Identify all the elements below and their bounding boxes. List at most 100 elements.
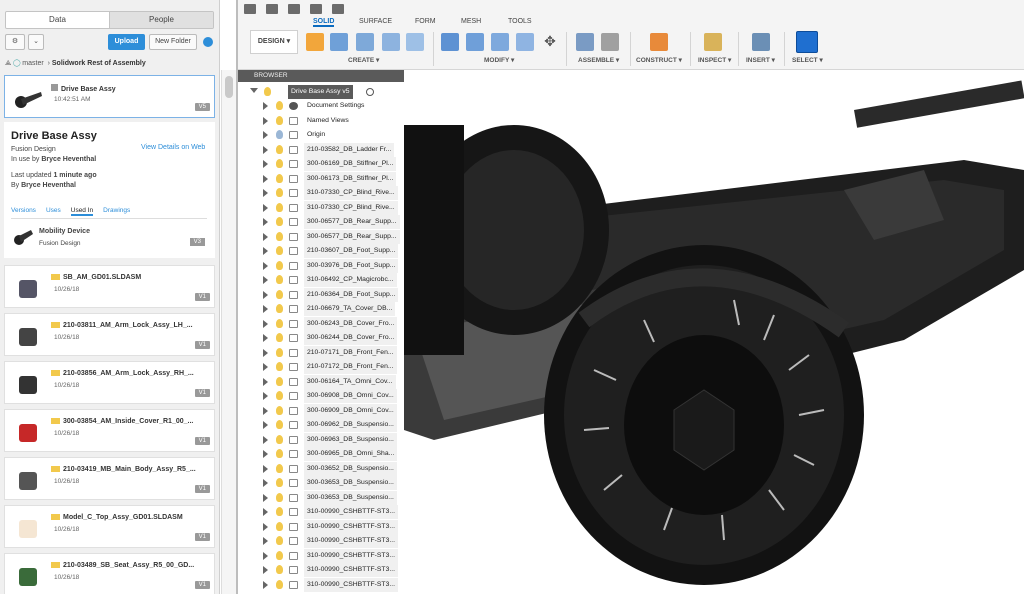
browser-item-component[interactable]: 300-06243_DB_Cover_Fro... [238,316,404,331]
file-icon[interactable] [266,4,278,14]
upload-button[interactable]: Upload [108,34,145,50]
tab-tools[interactable]: TOOLS [508,18,532,25]
visibility-bulb-icon[interactable] [276,246,283,255]
visibility-bulb-icon[interactable] [276,434,283,444]
expand-icon[interactable] [263,160,268,168]
browser-item-component[interactable]: 310-00990_CSHBTTF-ST3... [238,534,404,548]
group-insert[interactable]: INSERT ▾ [746,56,775,64]
visibility-bulb-icon[interactable] [276,536,283,545]
browser-item-component[interactable]: 300-06962_DB_Suspensio... [238,418,404,432]
visibility-bulb-icon[interactable] [264,87,271,96]
tab-data[interactable]: Data [6,12,109,28]
visibility-bulb-icon[interactable] [276,507,283,516]
new-component-icon[interactable] [576,33,594,51]
browser-item-component[interactable]: 210-07172_DB_Front_Fen... [238,360,404,374]
file-card[interactable]: 210-03489_SB_Seat_Assy_R5_00_GD... 10/26/… [4,553,215,594]
grid-menu-icon[interactable] [244,4,256,14]
visibility-bulb-icon[interactable] [276,449,283,458]
visibility-bulb-icon[interactable] [276,202,283,212]
expand-icon[interactable] [263,508,268,516]
expand-icon[interactable] [263,479,268,487]
joint-icon[interactable] [601,33,619,51]
extrude-icon[interactable] [330,33,348,51]
activate-icon[interactable] [366,88,374,96]
refresh-icon[interactable] [203,37,213,47]
expand-icon[interactable] [263,363,268,371]
browser-item-component[interactable]: 300-06577_DB_Rear_Supp... [238,229,404,244]
browser-root[interactable]: Drive Base Assy v5 [238,85,404,99]
file-card[interactable]: Model_C_Top_Assy_GD01.SLDASM 10/26/18 V1 [4,505,215,548]
tab-uses[interactable]: Uses [46,207,61,216]
expand-icon[interactable] [263,537,268,545]
browser-item-component[interactable]: 310-00990_CSHBTTF-ST3... [238,548,404,563]
browser-item-component[interactable]: 310-00990_CSHBTTF-ST3... [238,505,404,519]
select-icon[interactable] [796,31,818,53]
move-icon[interactable]: ✥ [541,33,559,51]
expand-icon[interactable] [263,421,268,429]
browser-item-component[interactable]: 210-07171_DB_Front_Fen... [238,345,404,360]
group-inspect[interactable]: INSPECT ▾ [698,56,731,64]
expand-icon[interactable] [263,276,268,284]
expand-icon[interactable] [263,131,268,139]
selected-design-card[interactable]: Drive Base Assy 10:42:51 AM V5 [4,75,215,118]
browser-item-component[interactable]: 300-06164_TA_Omni_Cov... [238,374,404,389]
group-modify[interactable]: MODIFY ▾ [484,56,514,64]
insert-image-icon[interactable] [752,33,770,51]
chamfer-icon[interactable] [491,33,509,51]
tab-used-in[interactable]: Used In [70,207,94,216]
browser-item-component[interactable]: 310-00990_CSHBTTF-ST3... [238,563,404,577]
expand-icon[interactable] [263,522,268,531]
file-card[interactable]: 210-03811_AM_Arm_Lock_Assy_LH_... 10/26/1… [4,313,215,356]
tab-mesh[interactable]: MESH [461,18,481,25]
expand-icon[interactable] [263,406,268,415]
expand-icon[interactable] [263,392,268,400]
settings-button[interactable]: ⚙ [5,34,25,50]
expand-icon[interactable] [263,493,268,502]
visibility-bulb-icon[interactable] [276,159,283,168]
expand-icon[interactable] [263,305,268,313]
visibility-bulb-icon[interactable] [276,115,283,125]
browser-item-component[interactable]: 210-06679_TA_Cover_DB... [238,302,404,316]
visibility-bulb-icon[interactable] [276,217,283,226]
file-card[interactable]: 210-03419_MB_Main_Body_Assy_R5_... 10/26/… [4,457,215,500]
browser-item-component[interactable]: 300-06908_DB_Omni_Cov... [238,389,404,403]
visibility-bulb-icon[interactable] [276,304,283,313]
measure-icon[interactable] [704,33,722,51]
browser-item-component[interactable]: 300-06577_DB_Rear_Supp... [238,215,404,229]
expand-icon[interactable] [263,189,268,197]
expand-icon[interactable] [263,377,268,386]
group-assemble[interactable]: ASSEMBLE ▾ [578,56,619,64]
browser-item-component[interactable]: 300-06909_DB_Omni_Cov... [238,403,404,418]
browser-item-component[interactable]: 300-03976_DB_Foot_Supp... [238,258,404,273]
browser-item-component[interactable]: 300-06965_DB_Omni_Sha... [238,447,404,461]
expand-icon[interactable] [263,247,268,255]
expand-icon[interactable] [263,566,268,574]
browser-item-component[interactable]: 300-03653_DB_Suspensio... [238,476,404,490]
sweep-icon[interactable] [382,33,400,51]
sketch-icon[interactable] [306,33,324,51]
group-construct[interactable]: CONSTRUCT ▾ [636,56,682,64]
file-card[interactable]: 300-03854_AM_Inside_Cover_R1_00_... 10/26… [4,409,215,452]
expand-icon[interactable] [263,145,268,154]
browser-item-origin[interactable]: Origin [238,128,404,142]
pattern-icon[interactable] [406,33,424,51]
browser-item-component[interactable]: 300-03652_DB_Suspensio... [238,461,404,476]
save-icon[interactable] [288,4,300,14]
scrollbar-thumb[interactable] [225,76,233,98]
breadcrumb-branch[interactable]: master [22,60,43,67]
expand-icon[interactable] [263,435,268,444]
press-pull-icon[interactable] [441,33,459,51]
browser-item-component[interactable]: 300-06244_DB_Cover_Fro... [238,331,404,345]
visibility-bulb-icon[interactable] [276,173,283,183]
expand-icon[interactable] [263,203,268,212]
undo-icon[interactable] [310,4,322,14]
visibility-bulb-icon[interactable] [276,420,283,429]
expand-icon[interactable] [263,102,268,110]
expand-icon[interactable] [263,232,268,241]
browser-item-component[interactable]: 210-03582_DB_Ladder Fr... [238,142,404,157]
canvas-viewport[interactable] [404,70,1024,594]
visibility-bulb-icon[interactable] [276,347,283,357]
expand-icon[interactable] [263,261,268,270]
tab-drawings[interactable]: Drawings [103,207,130,216]
browser-item-component[interactable]: 300-06169_DB_Stiffner_Pl... [238,157,404,171]
